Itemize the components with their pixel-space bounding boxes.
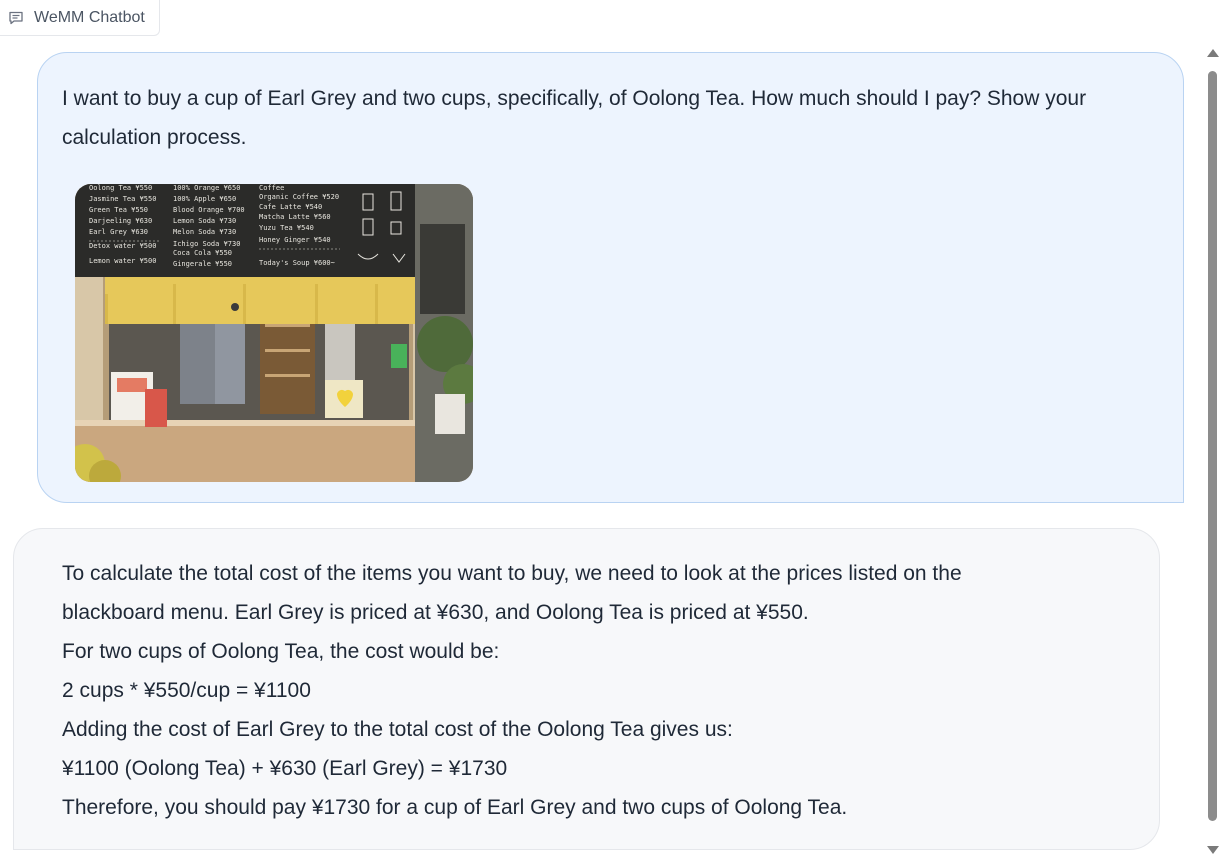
user-message-bubble: I want to buy a cup of Earl Grey and two…: [37, 52, 1184, 503]
scrollbar-thumb[interactable]: [1208, 71, 1217, 821]
svg-text:Coca Cola ¥550: Coca Cola ¥550: [173, 249, 232, 257]
svg-text:Cafe Latte ¥540: Cafe Latte ¥540: [259, 203, 322, 211]
chatbot-tab-label: WeMM Chatbot: [0, 0, 160, 36]
bot-message-line: For two cups of Oolong Tea, the cost wou…: [62, 640, 500, 663]
svg-text:100% Apple ¥650: 100% Apple ¥650: [173, 195, 236, 203]
vertical-scrollbar[interactable]: [1204, 44, 1221, 861]
svg-text:Blood Orange ¥700: Blood Orange ¥700: [173, 206, 245, 214]
user-message-image[interactable]: Oolong Tea ¥550 Jasmine Tea ¥550 Green T…: [75, 184, 473, 482]
svg-text:Honey Ginger ¥540: Honey Ginger ¥540: [259, 236, 331, 244]
chat-bubble-icon: [8, 10, 24, 26]
chat-scroll-area[interactable]: I want to buy a cup of Earl Grey and two…: [0, 36, 1221, 861]
svg-text:Darjeeling ¥630: Darjeeling ¥630: [89, 217, 152, 225]
user-message-text: I want to buy a cup of Earl Grey and two…: [62, 87, 1087, 149]
bot-message-bubble: To calculate the total cost of the items…: [13, 528, 1160, 850]
chatbot-title: WeMM Chatbot: [34, 8, 145, 26]
bot-message-line: To calculate the total cost of the items…: [62, 562, 962, 585]
bot-message-line: 2 cups * ¥550/cup = ¥1100: [62, 679, 311, 702]
svg-text:Organic Coffee ¥520: Organic Coffee ¥520: [259, 193, 339, 201]
scroll-up-arrow-icon[interactable]: [1207, 49, 1219, 57]
svg-text:Melon Soda ¥730: Melon Soda ¥730: [173, 228, 236, 236]
svg-text:Lemon Soda ¥730: Lemon Soda ¥730: [173, 217, 236, 225]
bot-message-line: Therefore, you should pay ¥1730 for a cu…: [62, 796, 848, 819]
svg-text:Earl Grey ¥630: Earl Grey ¥630: [89, 228, 148, 236]
bot-message-line: ¥1100 (Oolong Tea) + ¥630 (Earl Grey) = …: [62, 757, 508, 780]
svg-text:Green Tea ¥550: Green Tea ¥550: [89, 206, 148, 214]
svg-text:Detox water ¥500: Detox water ¥500: [89, 242, 156, 250]
cafe-counter-photo: Oolong Tea ¥550 Jasmine Tea ¥550 Green T…: [75, 184, 473, 482]
bot-message-line: blackboard menu. Earl Grey is priced at …: [62, 601, 809, 624]
svg-text:Matcha Latte ¥560: Matcha Latte ¥560: [259, 213, 331, 221]
svg-text:Ichigo Soda ¥730: Ichigo Soda ¥730: [173, 240, 240, 248]
svg-text:Coffee: Coffee: [259, 184, 284, 192]
svg-text:Oolong Tea ¥550: Oolong Tea ¥550: [89, 184, 152, 192]
scroll-down-arrow-icon[interactable]: [1207, 846, 1219, 854]
bot-message-text: To calculate the total cost of the items…: [62, 554, 1132, 827]
svg-text:100% Orange ¥650: 100% Orange ¥650: [173, 184, 240, 192]
svg-text:Gingerale ¥550: Gingerale ¥550: [173, 260, 232, 268]
svg-text:Today's Soup ¥600~: Today's Soup ¥600~: [259, 259, 335, 267]
bot-message-line: Adding the cost of Earl Grey to the tota…: [62, 718, 733, 741]
svg-text:Lemon water ¥500: Lemon water ¥500: [89, 257, 156, 265]
svg-text:Yuzu Tea ¥540: Yuzu Tea ¥540: [259, 224, 314, 232]
svg-text:Jasmine Tea ¥550: Jasmine Tea ¥550: [89, 195, 156, 203]
